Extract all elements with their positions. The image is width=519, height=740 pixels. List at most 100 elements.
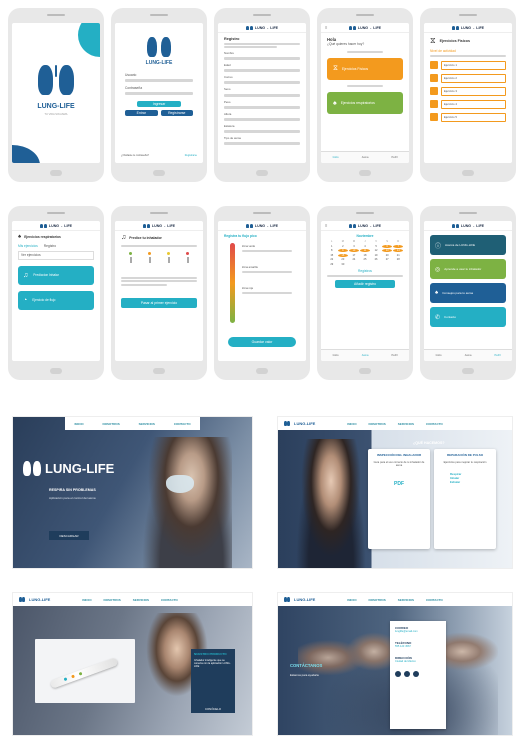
calendar-day[interactable]: 14: [393, 249, 403, 253]
nav-services[interactable]: SERVICIOS: [398, 422, 414, 426]
nav-contact[interactable]: CONTACTO: [426, 598, 443, 602]
calendar-day[interactable]: 5: [371, 245, 381, 248]
instagram-icon[interactable]: [404, 671, 410, 677]
menu-about[interactable]: ⓘ Acerca de LUNG-LIFE: [430, 235, 506, 255]
register-field[interactable]: Peso: [224, 100, 300, 109]
tab-home[interactable]: Inicio: [333, 156, 339, 159]
calendar-day[interactable]: 11: [360, 249, 370, 253]
calendar-day[interactable]: 30: [338, 263, 348, 266]
register-field-input[interactable]: [224, 57, 300, 61]
enter-button[interactable]: Entrar: [125, 109, 158, 116]
calendar-day[interactable]: 12: [371, 249, 381, 252]
calendar-day[interactable]: 7: [393, 244, 403, 248]
register-field-input[interactable]: [224, 69, 300, 73]
card1-pdf-link[interactable]: PDF: [372, 481, 426, 487]
calendar-day[interactable]: 10: [349, 249, 359, 253]
nav-about[interactable]: NOSOTROS: [369, 422, 386, 426]
register-field[interactable]: Sexo: [224, 88, 300, 97]
facebook-icon[interactable]: [395, 671, 401, 677]
nav-services[interactable]: SERVICIOS: [398, 598, 414, 602]
register-field[interactable]: Nombre: [224, 51, 300, 61]
menu-contact[interactable]: ✆ Contacto: [430, 307, 506, 327]
register-field[interactable]: Tipo de asma: [224, 136, 300, 145]
nav-home[interactable]: INICIO: [347, 422, 356, 426]
signup-button[interactable]: Registrarse: [160, 109, 193, 116]
calendar-day[interactable]: 16: [338, 253, 348, 257]
tab-profile[interactable]: Perfil: [392, 156, 398, 159]
nav-about[interactable]: NOSOTROS: [104, 598, 121, 602]
calendar-day[interactable]: 28: [393, 258, 403, 261]
calendar-day[interactable]: 3: [349, 245, 359, 248]
tab-profile[interactable]: Perfil: [495, 354, 501, 357]
nav-home[interactable]: INICIO: [347, 598, 356, 602]
card-respiratory[interactable]: ♠ Ejercicios respiratorios: [327, 92, 403, 115]
calendar-day[interactable]: 25: [360, 258, 370, 261]
calendar-day[interactable]: 8: [327, 249, 337, 252]
calendar-day[interactable]: 21: [393, 254, 403, 257]
nav-home[interactable]: INICIO: [74, 422, 83, 426]
calendar-day[interactable]: 23: [338, 258, 348, 261]
register-field-input[interactable]: [224, 93, 300, 97]
register-field-input[interactable]: [224, 117, 300, 121]
calendar-day[interactable]: 19: [371, 254, 381, 257]
twitter-icon[interactable]: [413, 671, 419, 677]
btn-vibrate[interactable]: ◔ Ejercicio de flujo: [18, 290, 94, 310]
password-field[interactable]: [125, 91, 193, 95]
menu-tips[interactable]: ♠ Consejos para tu asma: [430, 283, 506, 303]
first-exercise-button[interactable]: Pasar al primer ejercicio: [121, 297, 197, 308]
tab-log[interactable]: Registro: [44, 244, 56, 248]
register-field-input[interactable]: [224, 81, 300, 85]
menu-icon[interactable]: ≡: [325, 223, 327, 228]
exercise-item[interactable]: Ejercicio 3: [430, 86, 506, 96]
calendar-day[interactable]: 17: [349, 254, 359, 257]
forgot-link[interactable]: ¿Olvidaste tu contraseña?: [121, 154, 149, 157]
calendar-day[interactable]: 20: [382, 254, 392, 257]
calendar-day[interactable]: 29: [327, 263, 337, 266]
calendar-day[interactable]: 4: [360, 245, 370, 248]
tab-home[interactable]: Inicio: [436, 354, 442, 357]
calendar-day[interactable]: 15: [327, 254, 337, 257]
tab-asthma[interactable]: Asma: [465, 354, 472, 357]
nav-services[interactable]: SERVICIOS: [139, 422, 155, 426]
register-field-input[interactable]: [224, 142, 300, 145]
register-field[interactable]: Correo: [224, 76, 300, 85]
nav-services[interactable]: SERVICIOS: [133, 598, 149, 602]
calendar-day[interactable]: 1: [327, 245, 337, 248]
save-flow-button[interactable]: Guardar valor: [228, 337, 296, 347]
nav-contact[interactable]: CONTACTO: [161, 598, 178, 602]
tab-my-exercises[interactable]: Mis ejercicios: [18, 244, 38, 248]
register-field[interactable]: Altura: [224, 112, 300, 121]
exercise-item[interactable]: Ejercicio 1: [430, 60, 506, 70]
menu-icon[interactable]: ≡: [325, 25, 327, 30]
hero-download-button[interactable]: DESCARGAR: [49, 531, 89, 540]
calendar-day[interactable]: 13: [382, 249, 392, 253]
register-field-input[interactable]: [224, 105, 300, 109]
add-record-button[interactable]: Añadir registro: [335, 279, 395, 288]
exercise-item[interactable]: Ejercicio 4: [430, 99, 506, 109]
tab-asthma[interactable]: Asma: [362, 354, 369, 357]
register-field[interactable]: Edad: [224, 63, 300, 73]
register-field[interactable]: Estatura: [224, 124, 300, 133]
register-link[interactable]: Registrarse: [185, 154, 197, 157]
calendar-day[interactable]: 27: [382, 258, 392, 261]
nav-about[interactable]: NOSOTROS: [103, 422, 120, 426]
calendar-day[interactable]: 9: [338, 249, 348, 253]
register-field-input[interactable]: [224, 129, 300, 133]
user-field[interactable]: [125, 78, 193, 82]
product-cta-button[interactable]: CONÓCELO: [195, 705, 231, 713]
login-button[interactable]: Ingresar: [137, 100, 181, 107]
calendar-day[interactable]: 2: [338, 245, 348, 248]
btn-music[interactable]: ♫ Prediccion Inhalar: [18, 265, 94, 285]
calendar-day[interactable]: 22: [327, 258, 337, 261]
nav-about[interactable]: NOSOTROS: [369, 598, 386, 602]
calendar-day[interactable]: 24: [349, 258, 359, 261]
card-physical[interactable]: ⧖ Ejercicios Físicos: [327, 58, 403, 81]
tab-profile[interactable]: Perfil: [392, 354, 398, 357]
nav-contact[interactable]: CONTACTO: [174, 422, 191, 426]
calendar-day[interactable]: 26: [371, 258, 381, 261]
exercise-item[interactable]: Ejercicio 5: [430, 112, 506, 122]
tab-asthma[interactable]: Asma: [362, 156, 369, 159]
nav-contact[interactable]: CONTACTO: [426, 422, 443, 426]
menu-inhaler[interactable]: ◎ Aprende a usar tu inhalador: [430, 259, 506, 279]
calendar-day[interactable]: 18: [360, 254, 370, 257]
